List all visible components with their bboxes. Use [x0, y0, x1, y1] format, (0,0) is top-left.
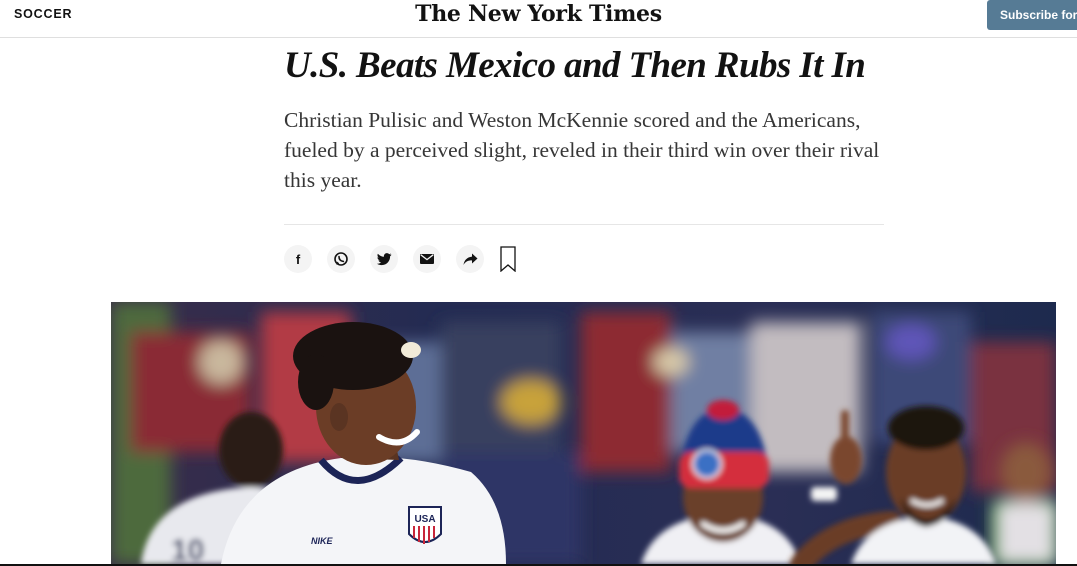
subscribe-button[interactable]: Subscribe for — [987, 0, 1077, 30]
top-bar: SOCCER The New York Times Subscribe for — [0, 0, 1077, 38]
whatsapp-share-button[interactable] — [327, 245, 355, 273]
jersey-brand-text: NIKE — [311, 536, 333, 546]
facebook-share-button[interactable]: f — [284, 245, 312, 273]
twitter-share-button[interactable] — [370, 245, 398, 273]
email-share-button[interactable] — [413, 245, 441, 273]
article-summary: Christian Pulisic and Weston McKennie sc… — [284, 108, 880, 192]
article-photo: 10 USA NIKE — [111, 302, 1056, 564]
svg-text:f: f — [296, 252, 301, 266]
more-share-button[interactable] — [456, 245, 484, 273]
share-icon — [463, 253, 477, 265]
divider — [284, 224, 884, 225]
facebook-icon: f — [296, 252, 301, 266]
email-icon — [420, 254, 434, 264]
article-headline: U.S. Beats Mexico and Then Rubs It In — [284, 45, 866, 86]
save-bookmark-button[interactable] — [499, 245, 517, 273]
celebration-photo-illustration: 10 USA NIKE — [111, 302, 1056, 564]
twitter-icon — [376, 252, 391, 265]
bookmark-icon — [500, 246, 516, 272]
nyt-logo[interactable]: The New York Times — [0, 1, 1077, 27]
share-toolbar: f — [284, 245, 517, 273]
whatsapp-icon — [334, 252, 348, 266]
jersey-crest-text: USA — [414, 514, 435, 525]
svg-text:10: 10 — [171, 534, 204, 564]
